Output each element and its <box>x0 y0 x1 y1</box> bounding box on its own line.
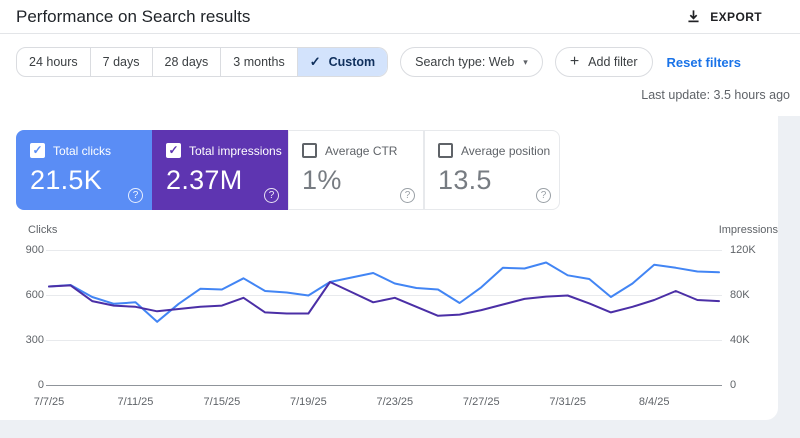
chart-container: Clicks Impressions 900 600 300 0 120K 80K 40K… <box>16 224 778 420</box>
line-chart[interactable] <box>46 238 722 390</box>
download-icon <box>688 10 699 23</box>
checkbox-icon[interactable] <box>302 143 317 158</box>
axis-tick: 300 <box>25 333 44 346</box>
date-range-7-days[interactable]: 7 days <box>89 48 152 76</box>
metric-card-average-position[interactable]: Average position 13.5 ? <box>424 130 560 210</box>
axis-tick: 0 <box>37 378 44 391</box>
date-range-3-months[interactable]: 3 months <box>220 48 296 76</box>
reset-filters-link[interactable]: Reset filters <box>667 55 741 70</box>
metric-value: 2.37M <box>166 165 243 195</box>
check-icon: ✓ <box>309 54 321 69</box>
x-axis-label: 7/27/25 <box>462 396 500 408</box>
x-axis-label: 7/31/25 <box>549 396 587 408</box>
help-icon[interactable]: ? <box>536 188 551 203</box>
metric-cards: ✓ Total clicks 21.5K ? ✓ Total impressio… <box>16 130 778 210</box>
metric-value: 1% <box>302 165 342 195</box>
metric-card-total-clicks[interactable]: ✓ Total clicks 21.5K ? <box>16 130 152 210</box>
checkbox-icon[interactable] <box>438 143 453 158</box>
page-title: Performance on Search results <box>16 6 251 26</box>
metric-value: 21.5K <box>30 165 103 195</box>
metric-label: Average position <box>461 143 551 158</box>
metric-value: 13.5 <box>438 165 492 195</box>
x-axis-label: 8/4/25 <box>638 396 670 408</box>
performance-panel: ✓ Total clicks 21.5K ? ✓ Total impressio… <box>0 116 778 420</box>
page-root: Performance on Search results EXPORT 24 … <box>0 0 800 420</box>
date-range-28-days[interactable]: 28 days <box>151 48 221 76</box>
help-icon[interactable]: ? <box>400 188 415 203</box>
help-icon[interactable]: ? <box>264 188 279 203</box>
export-label: EXPORT <box>710 9 762 24</box>
x-axis-label: 7/11/25 <box>117 396 154 408</box>
date-range-24-hours[interactable]: 24 hours <box>17 48 90 76</box>
search-type-dropdown[interactable]: Search type: Web ▾ <box>400 47 543 77</box>
x-axis-label: 7/15/25 <box>203 396 241 408</box>
metric-label: Total impressions <box>189 143 282 158</box>
axis-tick: 900 <box>25 243 44 256</box>
metric-card-average-ctr[interactable]: Average CTR 1% ? <box>288 130 424 210</box>
axis-tick: 40K <box>730 333 750 346</box>
metric-label: Total clicks <box>53 143 112 158</box>
x-axis-label: 7/7/25 <box>33 396 65 408</box>
axis-tick: 0 <box>730 378 737 391</box>
axis-tick: 120K <box>730 243 756 256</box>
checkbox-icon[interactable]: ✓ <box>166 143 181 158</box>
checkbox-icon[interactable]: ✓ <box>30 143 45 158</box>
x-axis-label: 7/23/25 <box>376 396 414 408</box>
date-range-group: 24 hours 7 days 28 days 3 months ✓ Custo… <box>16 47 389 77</box>
chevron-down-icon: ▾ <box>523 56 528 67</box>
date-range-custom[interactable]: ✓ Custom <box>296 48 388 76</box>
x-axis-label: 7/19/25 <box>289 396 327 408</box>
metric-card-total-impressions[interactable]: ✓ Total impressions 2.37M ? <box>152 130 288 210</box>
add-filter-button[interactable]: + Add filter <box>554 47 653 77</box>
plus-icon: + <box>569 53 580 70</box>
metric-label: Average CTR <box>325 143 398 158</box>
axis-tick: 600 <box>25 288 44 301</box>
last-update-text: Last update: 3.5 hours ago <box>641 88 790 102</box>
filter-bar: 24 hours 7 days 28 days 3 months ✓ Custo… <box>0 34 800 85</box>
header: Performance on Search results EXPORT <box>0 0 800 34</box>
top-section: Performance on Search results EXPORT 24 … <box>0 0 800 116</box>
export-button[interactable]: EXPORT <box>686 9 762 24</box>
axis-tick: 80K <box>730 288 750 301</box>
help-icon[interactable]: ? <box>128 188 143 203</box>
left-axis-ticks: 900 600 300 0 <box>16 224 44 420</box>
right-axis-ticks: 120K 80K 40K 0 <box>730 224 778 420</box>
